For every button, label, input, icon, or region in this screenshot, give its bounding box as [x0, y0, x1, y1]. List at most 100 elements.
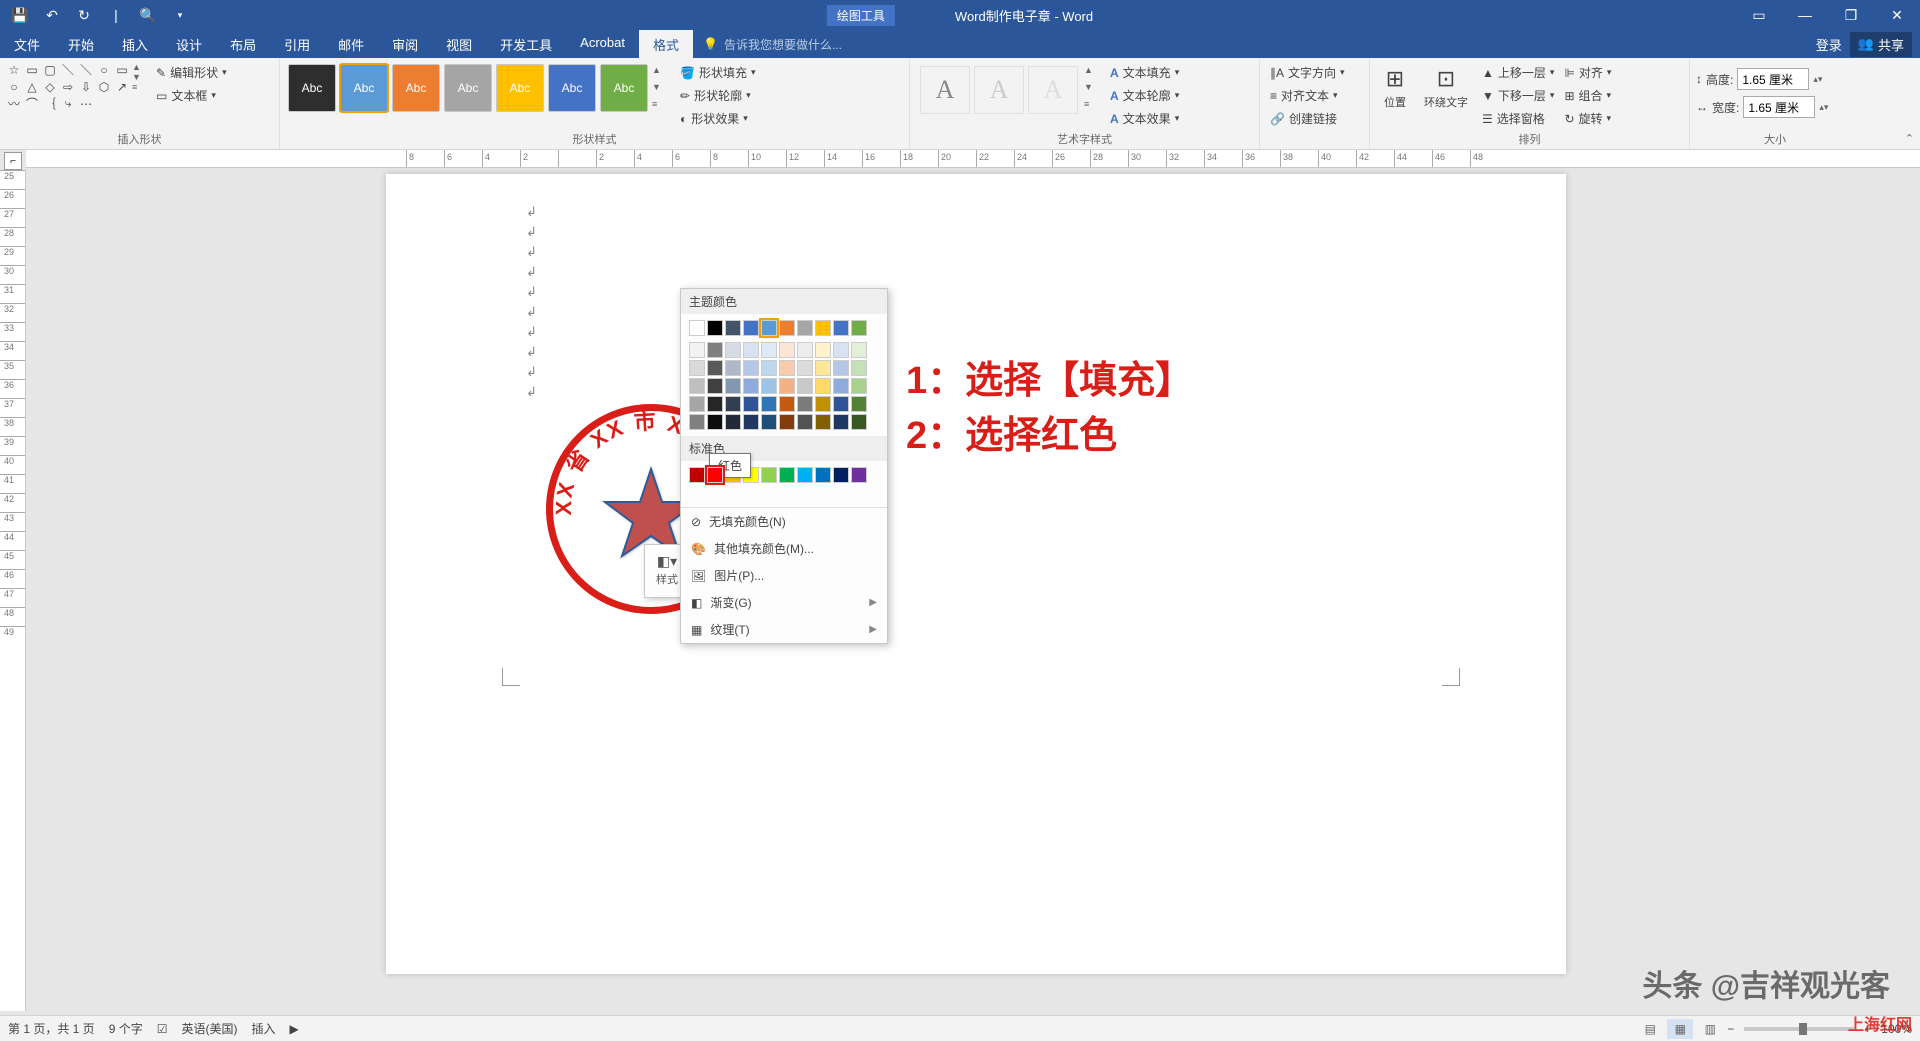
shape-oval-icon[interactable]: ○ — [96, 62, 112, 77]
shape-outline-button[interactable]: ✏ 形状轮廓 ▾ — [676, 85, 760, 106]
theme-shade-swatch[interactable] — [743, 360, 759, 376]
tab-developer[interactable]: 开发工具 — [486, 30, 566, 58]
print-layout-icon[interactable]: ▦ — [1667, 1019, 1693, 1039]
tab-view[interactable]: 视图 — [432, 30, 486, 58]
shape-rect-icon[interactable]: ▭ — [24, 62, 40, 77]
theme-color-swatch[interactable] — [833, 320, 849, 336]
position-button[interactable]: ⊞ 位置 — [1376, 62, 1414, 114]
theme-color-swatch[interactable] — [725, 320, 741, 336]
theme-shade-swatch[interactable] — [815, 396, 831, 412]
text-fill-button[interactable]: A 文本填充▾ — [1106, 62, 1183, 83]
tab-insert[interactable]: 插入 — [108, 30, 162, 58]
theme-shade-swatch[interactable] — [689, 378, 705, 394]
share-button[interactable]: 👥 共享 — [1850, 32, 1912, 57]
gallery-more-icon[interactable]: ≡ — [1084, 99, 1098, 109]
stepper-icon[interactable]: ▴▾ — [1819, 102, 1828, 113]
theme-shade-swatch[interactable] — [779, 396, 795, 412]
theme-shade-swatch[interactable] — [689, 396, 705, 412]
text-direction-button[interactable]: ∥A 文字方向▾ — [1266, 62, 1349, 83]
height-input[interactable] — [1737, 68, 1809, 90]
theme-color-swatch[interactable] — [707, 320, 723, 336]
macro-icon[interactable]: ▶ — [289, 1022, 298, 1036]
theme-shade-swatch[interactable] — [797, 414, 813, 430]
print-preview-icon[interactable]: 🔍 — [136, 3, 160, 27]
theme-shade-swatch[interactable] — [851, 342, 867, 358]
login-link[interactable]: 登录 — [1816, 35, 1842, 54]
shape-curve-icon[interactable]: 〰 — [6, 96, 22, 111]
wordart-style-3[interactable]: A — [1028, 66, 1078, 114]
tell-me-search[interactable]: 💡 告诉我您想要做什么... — [693, 30, 842, 58]
shape-style-swatch[interactable]: Abc — [548, 64, 596, 112]
send-backward-button[interactable]: ▼下移一层▾ — [1478, 85, 1558, 106]
tab-layout[interactable]: 布局 — [216, 30, 270, 58]
shape-style-swatch[interactable]: Abc — [340, 64, 388, 112]
web-layout-icon[interactable]: ▥ — [1697, 1019, 1723, 1039]
tab-mailings[interactable]: 邮件 — [324, 30, 378, 58]
tab-references[interactable]: 引用 — [270, 30, 324, 58]
theme-shade-swatch[interactable] — [797, 360, 813, 376]
text-box-button[interactable]: ▭ 文本框 ▾ — [152, 85, 231, 106]
theme-shade-swatch[interactable] — [761, 378, 777, 394]
theme-shade-swatch[interactable] — [833, 378, 849, 394]
theme-shade-swatch[interactable] — [743, 396, 759, 412]
shape-connector-icon[interactable]: ⤷ — [60, 96, 76, 111]
theme-shade-swatch[interactable] — [689, 360, 705, 376]
tab-design[interactable]: 设计 — [162, 30, 216, 58]
shape-more-icon[interactable]: ⋯ — [78, 96, 94, 111]
theme-shade-swatch[interactable] — [851, 414, 867, 430]
tab-file[interactable]: 文件 — [0, 30, 54, 58]
theme-shade-swatch[interactable] — [779, 342, 795, 358]
theme-shade-swatch[interactable] — [725, 360, 741, 376]
document-area[interactable]: ↲ ↲ ↲ ↲ ↲ ↲ ↲ ↲ ↲ ↲ XXX 省 XX 市 XXXXXXXX … — [26, 168, 1920, 1011]
more-colors-item[interactable]: 🎨其他填充颜色(M)... — [681, 535, 887, 562]
spellcheck-icon[interactable]: ☑ — [157, 1022, 168, 1036]
shape-curve2-icon[interactable]: ⌒ — [24, 96, 40, 111]
width-input[interactable] — [1743, 96, 1815, 118]
create-link-button[interactable]: 🔗 创建链接 — [1266, 108, 1349, 129]
standard-color-swatch[interactable] — [851, 467, 867, 483]
undo-icon[interactable]: ↶ — [40, 3, 64, 27]
theme-shade-swatch[interactable] — [725, 378, 741, 394]
theme-shade-swatch[interactable] — [743, 378, 759, 394]
shape-star-icon[interactable]: ☆ — [6, 62, 22, 77]
redo-icon[interactable]: ↻ — [72, 3, 96, 27]
theme-color-swatch[interactable] — [743, 320, 759, 336]
standard-color-swatch[interactable] — [689, 467, 705, 483]
picture-fill-item[interactable]: 🖼图片(P)... — [681, 562, 887, 589]
tab-review[interactable]: 审阅 — [378, 30, 432, 58]
theme-shade-swatch[interactable] — [815, 378, 831, 394]
theme-shade-swatch[interactable] — [761, 342, 777, 358]
theme-color-swatch[interactable] — [797, 320, 813, 336]
text-outline-button[interactable]: A 文本轮廓▾ — [1106, 85, 1183, 106]
save-icon[interactable]: 💾 — [8, 3, 32, 27]
shape-style-swatch[interactable]: Abc — [600, 64, 648, 112]
selection-pane-button[interactable]: ☰选择窗格 — [1478, 108, 1558, 129]
standard-color-swatch[interactable] — [707, 467, 723, 483]
standard-color-swatch[interactable] — [761, 467, 777, 483]
theme-shade-swatch[interactable] — [833, 414, 849, 430]
tab-acrobat[interactable]: Acrobat — [566, 30, 639, 58]
zoom-out-icon[interactable]: − — [1727, 1022, 1734, 1036]
theme-shade-swatch[interactable] — [851, 360, 867, 376]
theme-shade-swatch[interactable] — [797, 378, 813, 394]
standard-color-swatch[interactable] — [797, 467, 813, 483]
theme-shade-swatch[interactable] — [797, 342, 813, 358]
bring-forward-button[interactable]: ▲上移一层▾ — [1478, 62, 1558, 83]
shape-style-swatch[interactable]: Abc — [392, 64, 440, 112]
theme-color-swatch[interactable] — [689, 320, 705, 336]
align-button[interactable]: ⊫对齐▾ — [1560, 62, 1615, 83]
theme-shade-swatch[interactable] — [779, 360, 795, 376]
wordart-style-1[interactable]: A — [920, 66, 970, 114]
wordart-style-2[interactable]: A — [974, 66, 1024, 114]
theme-shade-swatch[interactable] — [851, 378, 867, 394]
shape-gallery[interactable]: ☆ ▭ ▢ ＼ ＼ ○ ▭ ○ △ ◇ ⇨ ⇩ ⬡ ↗ 〰 ⌒ ｛ ⤷ ⋯ — [6, 62, 130, 111]
theme-shade-swatch[interactable] — [725, 396, 741, 412]
shape-rect2-icon[interactable]: ▢ — [42, 62, 58, 77]
shape-style-swatch[interactable]: Abc — [288, 64, 336, 112]
shape-hex-icon[interactable]: ⬡ — [96, 79, 112, 94]
text-effects-button[interactable]: A 文本效果▾ — [1106, 108, 1183, 129]
shape-bracket-icon[interactable]: ｛ — [42, 96, 58, 111]
gallery-more-icon[interactable]: ≡ — [652, 99, 666, 109]
theme-color-swatch[interactable] — [815, 320, 831, 336]
horizontal-ruler[interactable]: 8642246810121416182022242628303234363840… — [26, 150, 1920, 168]
